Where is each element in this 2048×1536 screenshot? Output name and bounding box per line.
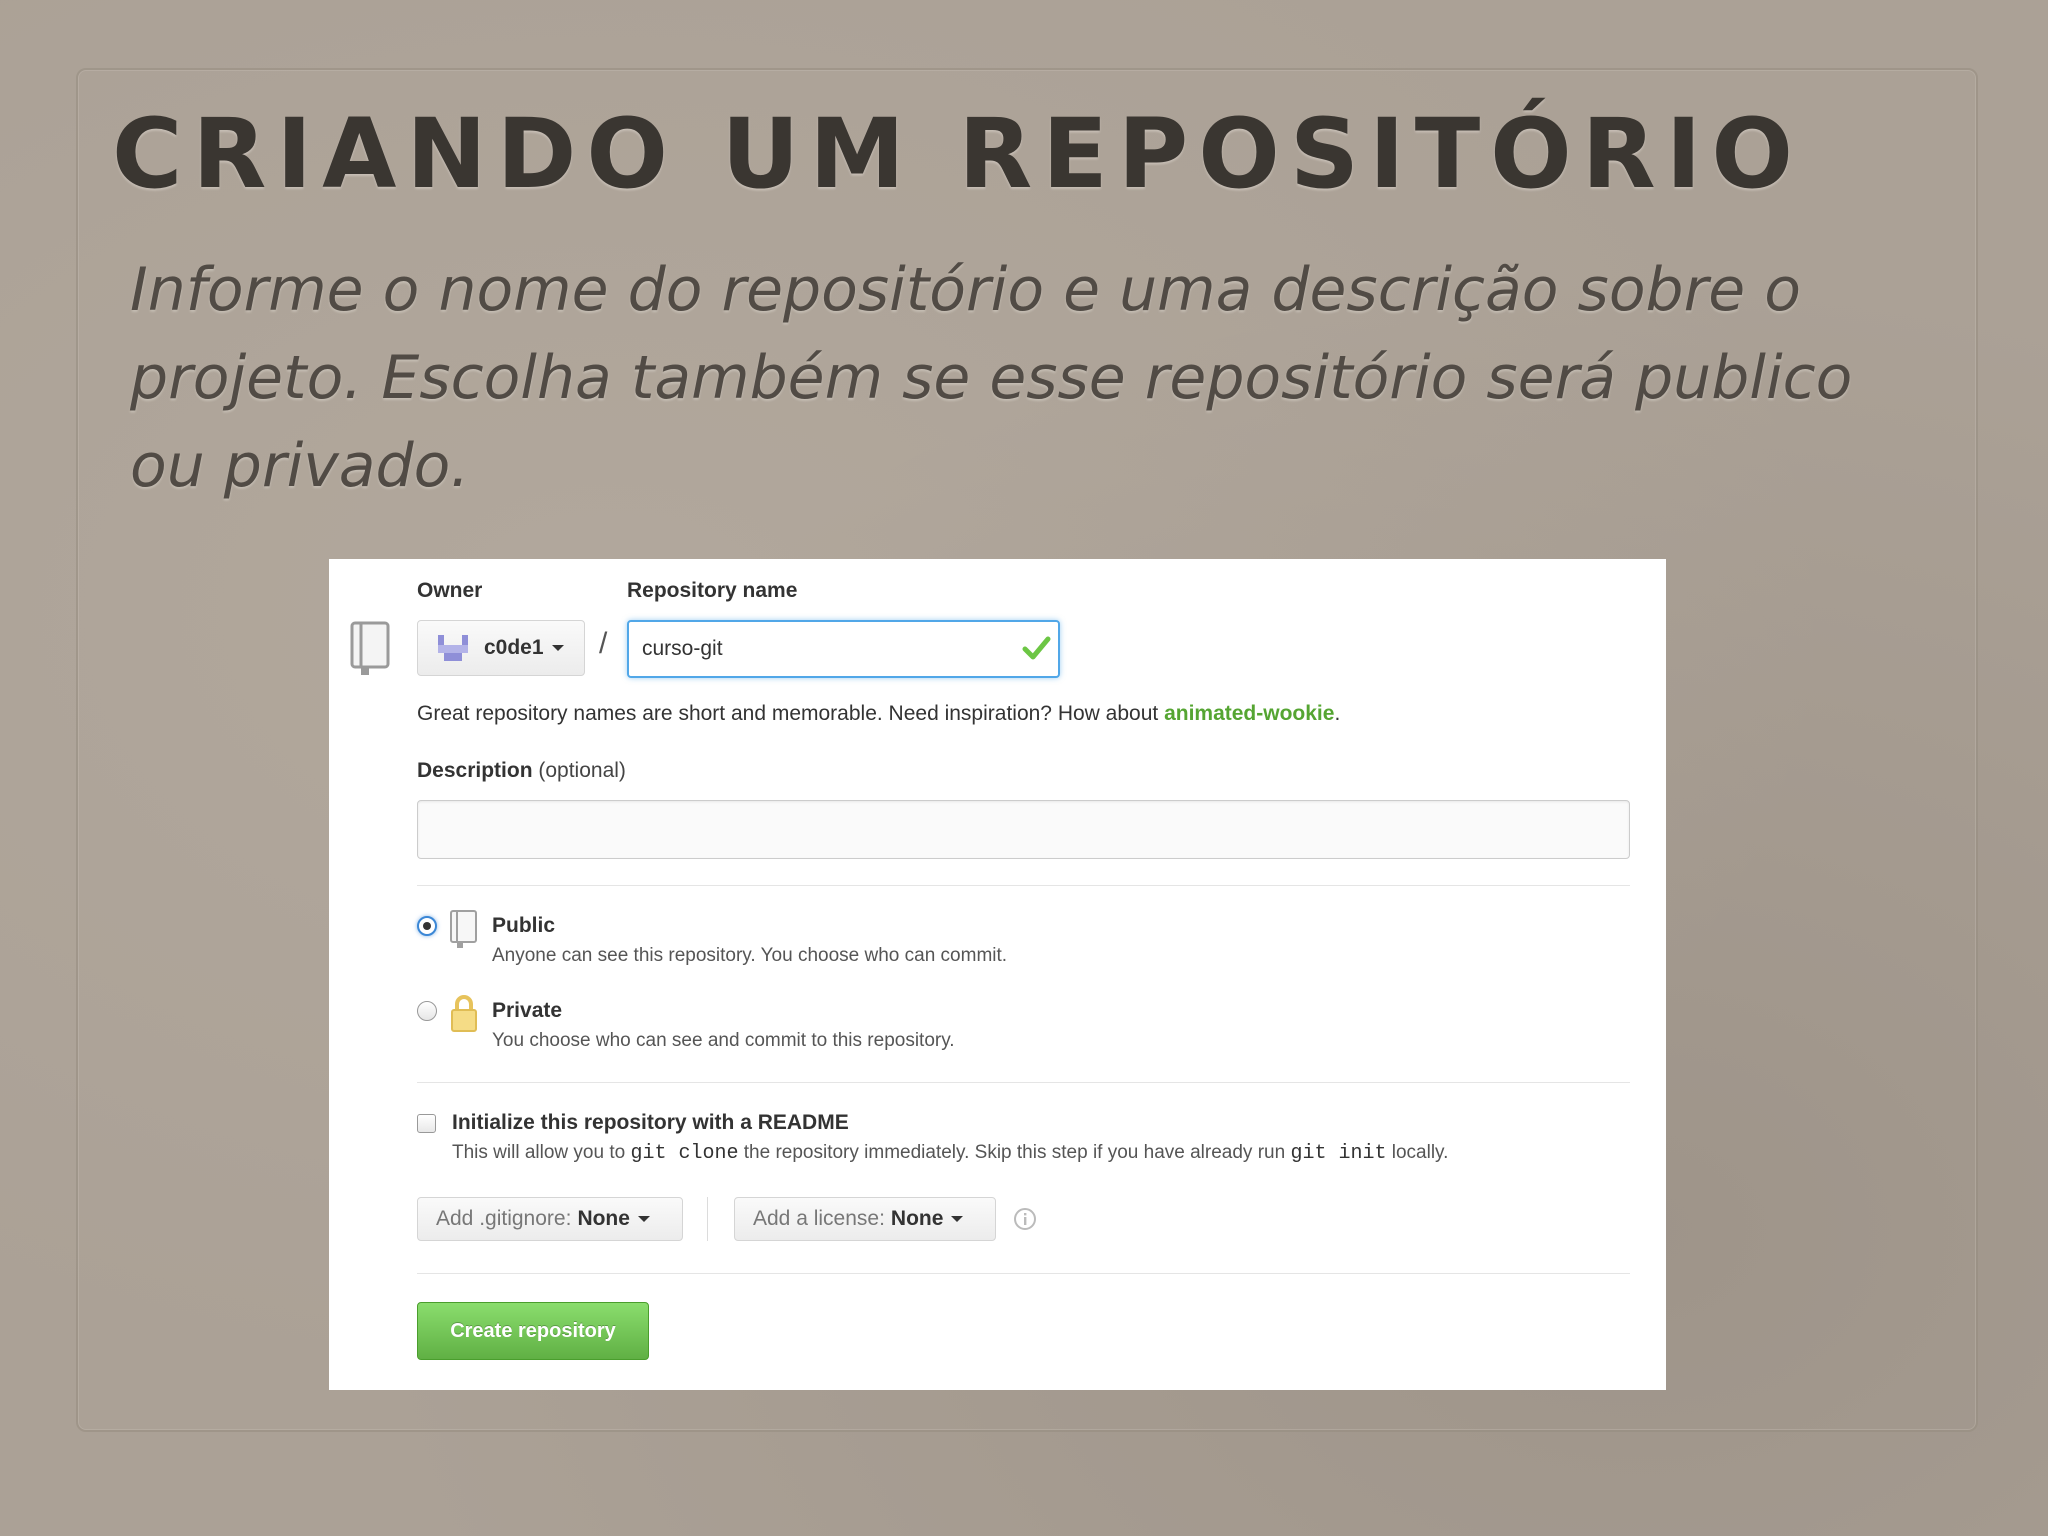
readme-desc: This will allow you to git clone the rep… [452, 1142, 1448, 1165]
public-option-title: Public [492, 914, 556, 937]
gitignore-value: None [577, 1207, 630, 1230]
create-repository-button[interactable]: Create repository [417, 1302, 649, 1360]
readme-desc-2: the repository immediately. Skip this st… [738, 1142, 1291, 1163]
repo-name-label: Repository name [627, 579, 798, 602]
slide-body: Informe o nome do repositório e uma desc… [130, 255, 1853, 501]
private-option-title: Private [492, 999, 563, 1022]
license-label: Add a license: [753, 1207, 885, 1230]
description-optional: (optional) [538, 759, 626, 782]
github-new-repo-screenshot: Owner Repository name c0de1 / Great repo… [329, 559, 1666, 1390]
private-radio[interactable] [417, 1001, 437, 1021]
description-label: Description (optional) [417, 759, 626, 783]
owner-name: c0de1 [484, 636, 544, 659]
gitignore-label: Add .gitignore: [436, 1207, 572, 1230]
lock-icon [451, 995, 477, 1032]
hint-text: Great repository names are short and mem… [417, 702, 1165, 725]
checkmark-icon [1022, 636, 1051, 660]
owner-repo-separator: / [599, 627, 608, 660]
public-radio[interactable] [417, 916, 437, 936]
license-select[interactable]: Add a license: None [734, 1197, 996, 1241]
description-input[interactable] [417, 800, 1630, 859]
readme-checkbox[interactable] [417, 1114, 436, 1133]
private-option-desc: You choose who can see and commit to thi… [492, 1030, 955, 1051]
repo-name-input[interactable] [627, 620, 1060, 678]
readme-label: Initialize this repository with a README [452, 1111, 849, 1134]
license-value: None [890, 1207, 944, 1230]
organization-avatar-icon [438, 635, 468, 661]
hint-suggestion-link[interactable]: animated-wookie [1164, 702, 1334, 725]
gitignore-select[interactable]: Add .gitignore: None [417, 1197, 683, 1241]
readme-desc-1: This will allow you to [452, 1142, 631, 1163]
owner-label: Owner [417, 579, 483, 602]
readme-code-clone: git clone [630, 1142, 739, 1165]
info-icon[interactable] [1013, 1207, 1037, 1231]
divider [417, 885, 1630, 886]
divider [417, 1273, 1630, 1274]
public-repo-icon [450, 910, 477, 948]
description-label-text: Description [417, 759, 533, 782]
slide-title: CRIANDO UM REPOSITÓRIO [112, 98, 1804, 210]
repo-name-hint: Great repository names are short and mem… [417, 702, 1340, 726]
hint-end: . [1334, 702, 1341, 725]
divider [417, 1082, 1630, 1083]
chevron-down-icon [637, 1216, 650, 1222]
select-separator [707, 1197, 708, 1241]
chevron-down-icon [551, 645, 564, 651]
readme-code-init: git init [1290, 1142, 1387, 1165]
owner-dropdown[interactable]: c0de1 [417, 620, 585, 676]
chevron-down-icon [951, 1216, 964, 1222]
repo-book-icon [350, 621, 390, 675]
readme-desc-3: locally. [1386, 1142, 1449, 1163]
public-option-desc: Anyone can see this repository. You choo… [492, 945, 1008, 966]
